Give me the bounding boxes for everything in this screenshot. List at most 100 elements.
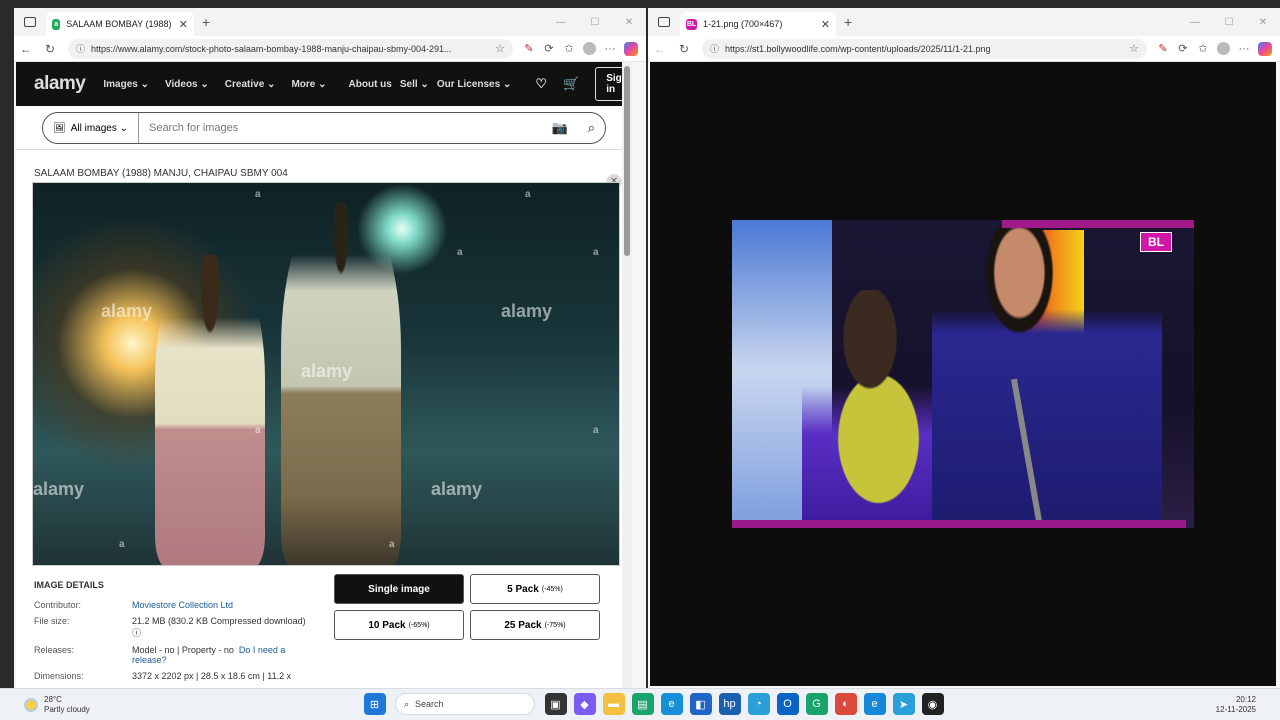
nav-about[interactable]: About us xyxy=(349,79,392,90)
close-window-icon[interactable]: ✕ xyxy=(612,17,646,28)
app-icon[interactable]: ◐ xyxy=(834,693,857,715)
new-tab-icon[interactable]: + xyxy=(202,14,210,30)
alamy-page: alamy Images ⌄ Videos ⌄ Creative ⌄ More … xyxy=(16,62,632,688)
nav-videos-label: Videos xyxy=(165,78,198,90)
new-tab-icon[interactable]: + xyxy=(844,14,852,30)
nav-licenses[interactable]: Our Licenses ⌄ xyxy=(437,79,512,90)
help-icon[interactable]: ⓘ xyxy=(132,628,141,638)
five-pack-button[interactable]: 5 Pack (-45%) xyxy=(470,574,600,604)
scrollbar[interactable] xyxy=(622,62,632,688)
url-text: https://st1.bollywoodlife.com/wp-content… xyxy=(725,43,991,54)
copilot-icon[interactable] xyxy=(1258,41,1272,56)
nav-sell[interactable]: Sell ⌄ xyxy=(400,79,429,90)
tab-image[interactable]: BL 1-21.png (700×467) ✕ xyxy=(680,12,836,36)
single-image-label: Single image xyxy=(368,583,430,595)
favorite-star-icon[interactable]: ☆ xyxy=(1129,42,1139,55)
couple-photo[interactable]: BL xyxy=(732,220,1194,528)
heart-icon[interactable]: ♡ xyxy=(535,76,547,92)
twentyfive-pack-button[interactable]: 25 Pack (-75%) xyxy=(470,610,600,640)
refresh-icon[interactable]: ↻ xyxy=(38,42,62,56)
app-icon[interactable]: G xyxy=(805,693,828,715)
girl-figure xyxy=(155,255,265,565)
app-icon[interactable]: ▤ xyxy=(631,693,654,715)
search-icon[interactable]: ⌕ xyxy=(588,120,595,136)
nav-creative[interactable]: Creative ⌄ xyxy=(225,79,276,90)
taskbar-search-label: Search xyxy=(415,699,444,709)
alamy-logo[interactable]: alamy xyxy=(34,73,86,95)
maximize-icon[interactable]: ☐ xyxy=(1212,17,1246,28)
back-icon[interactable]: ← xyxy=(648,42,672,56)
favorites-icon[interactable]: ✩ xyxy=(1193,42,1213,55)
watermark: alamy xyxy=(431,479,483,499)
nav-images-label: Images xyxy=(103,78,138,90)
single-image-button[interactable]: Single image xyxy=(334,574,464,604)
releases-value: Model - no | Property - no xyxy=(132,645,234,655)
clock-date: 12-11-2025 xyxy=(1215,705,1256,714)
task-view-icon[interactable]: ▣ xyxy=(544,693,567,715)
search-scope-select[interactable]: 🖼 All images ⌄ xyxy=(43,113,140,143)
close-tab-icon[interactable]: ✕ xyxy=(179,18,188,31)
refresh-icon[interactable]: ↻ xyxy=(672,42,696,56)
minimize-icon[interactable]: — xyxy=(1178,17,1212,28)
tab-actions-icon[interactable] xyxy=(24,17,36,27)
edge-icon[interactable]: e xyxy=(660,693,683,715)
pen-icon[interactable]: ✎ xyxy=(519,42,539,55)
store-icon[interactable]: ◧ xyxy=(689,693,712,715)
app-icon[interactable]: ◉ xyxy=(921,693,944,715)
system-clock[interactable]: 20:12 12-11-2025 xyxy=(1216,695,1256,715)
hp-icon[interactable]: hp xyxy=(718,693,741,715)
reload-extension-icon[interactable]: ⟳ xyxy=(1173,42,1193,55)
weather-widget[interactable]: 28°C Partly cloudy xyxy=(24,695,90,715)
weather-text: 28°C Partly cloudy xyxy=(44,695,90,715)
detail-key: File size: xyxy=(34,616,70,626)
copilot-icon[interactable] xyxy=(624,41,638,56)
movie-still-image[interactable]: alamy alamy alamy alamy alamy a a a a a … xyxy=(32,182,620,566)
start-windows-icon[interactable]: ⊞ xyxy=(363,693,386,715)
back-icon[interactable]: ← xyxy=(14,42,38,56)
url-text: https://www.alamy.com/stock-photo-salaam… xyxy=(91,43,452,54)
profile-avatar[interactable] xyxy=(583,42,596,55)
more-menu-icon[interactable]: ··· xyxy=(1234,43,1254,55)
reload-extension-icon[interactable]: ⟳ xyxy=(539,42,559,55)
tab-alamy[interactable]: a SALAAM BOMBAY (1988) MANJU ✕ xyxy=(46,12,194,36)
bl-favicon-icon: BL xyxy=(686,18,697,30)
ten-pack-button[interactable]: 10 Pack (-65%) xyxy=(334,610,464,640)
file-explorer-icon[interactable]: ▬ xyxy=(602,693,625,715)
more-menu-icon[interactable]: ··· xyxy=(600,43,620,55)
nav-images[interactable]: Images ⌄ xyxy=(103,79,149,90)
pen-icon[interactable]: ✎ xyxy=(1153,42,1173,55)
outlook-icon[interactable]: O xyxy=(776,693,799,715)
favorite-star-icon[interactable]: ☆ xyxy=(495,42,505,55)
image-icon: 🖼 xyxy=(53,122,66,134)
site-info-icon[interactable]: ⓘ xyxy=(710,42,719,55)
app-icon[interactable]: ◔ xyxy=(747,693,770,715)
brand-bar-top xyxy=(1002,220,1194,228)
maximize-icon[interactable]: ☐ xyxy=(578,17,612,28)
url-field[interactable]: ⓘ https://st1.bollywoodlife.com/wp-conte… xyxy=(702,38,1147,59)
nav-more[interactable]: More ⌄ xyxy=(291,79,326,90)
telegram-icon[interactable]: ➤ xyxy=(892,693,915,715)
cart-icon[interactable]: 🛒 xyxy=(563,76,579,92)
nav-videos[interactable]: Videos ⌄ xyxy=(165,79,209,90)
close-tab-icon[interactable]: ✕ xyxy=(821,18,830,31)
alamy-favicon-icon: a xyxy=(52,18,61,30)
contributor-link[interactable]: Moviestore Collection Ltd xyxy=(132,600,314,610)
site-info-icon[interactable]: ⓘ xyxy=(76,42,85,55)
scrollbar-thumb[interactable] xyxy=(624,66,630,256)
watermark: alamy xyxy=(301,361,353,381)
detail-key: Contributor: xyxy=(34,600,82,610)
favorites-icon[interactable]: ✩ xyxy=(559,42,579,55)
image-viewer: BL xyxy=(650,62,1276,686)
edge-icon[interactable]: e xyxy=(863,693,886,715)
taskbar-search[interactable]: ⌕ Search xyxy=(395,693,535,715)
detail-row: Contributor: Moviestore Collection Ltd xyxy=(34,600,314,610)
tab-actions-icon[interactable] xyxy=(658,17,670,27)
minimize-icon[interactable]: — xyxy=(544,17,578,28)
url-field[interactable]: ⓘ https://www.alamy.com/stock-photo-sala… xyxy=(68,38,513,59)
camera-icon[interactable]: 📷 xyxy=(552,120,568,136)
search-area: 🖼 All images ⌄ Search for images 📷 ⌕ xyxy=(16,106,632,150)
copilot-app-icon[interactable]: ◆ xyxy=(573,693,596,715)
close-window-icon[interactable]: ✕ xyxy=(1246,17,1280,28)
search-input[interactable]: Search for images xyxy=(139,122,542,134)
profile-avatar[interactable] xyxy=(1217,42,1230,55)
